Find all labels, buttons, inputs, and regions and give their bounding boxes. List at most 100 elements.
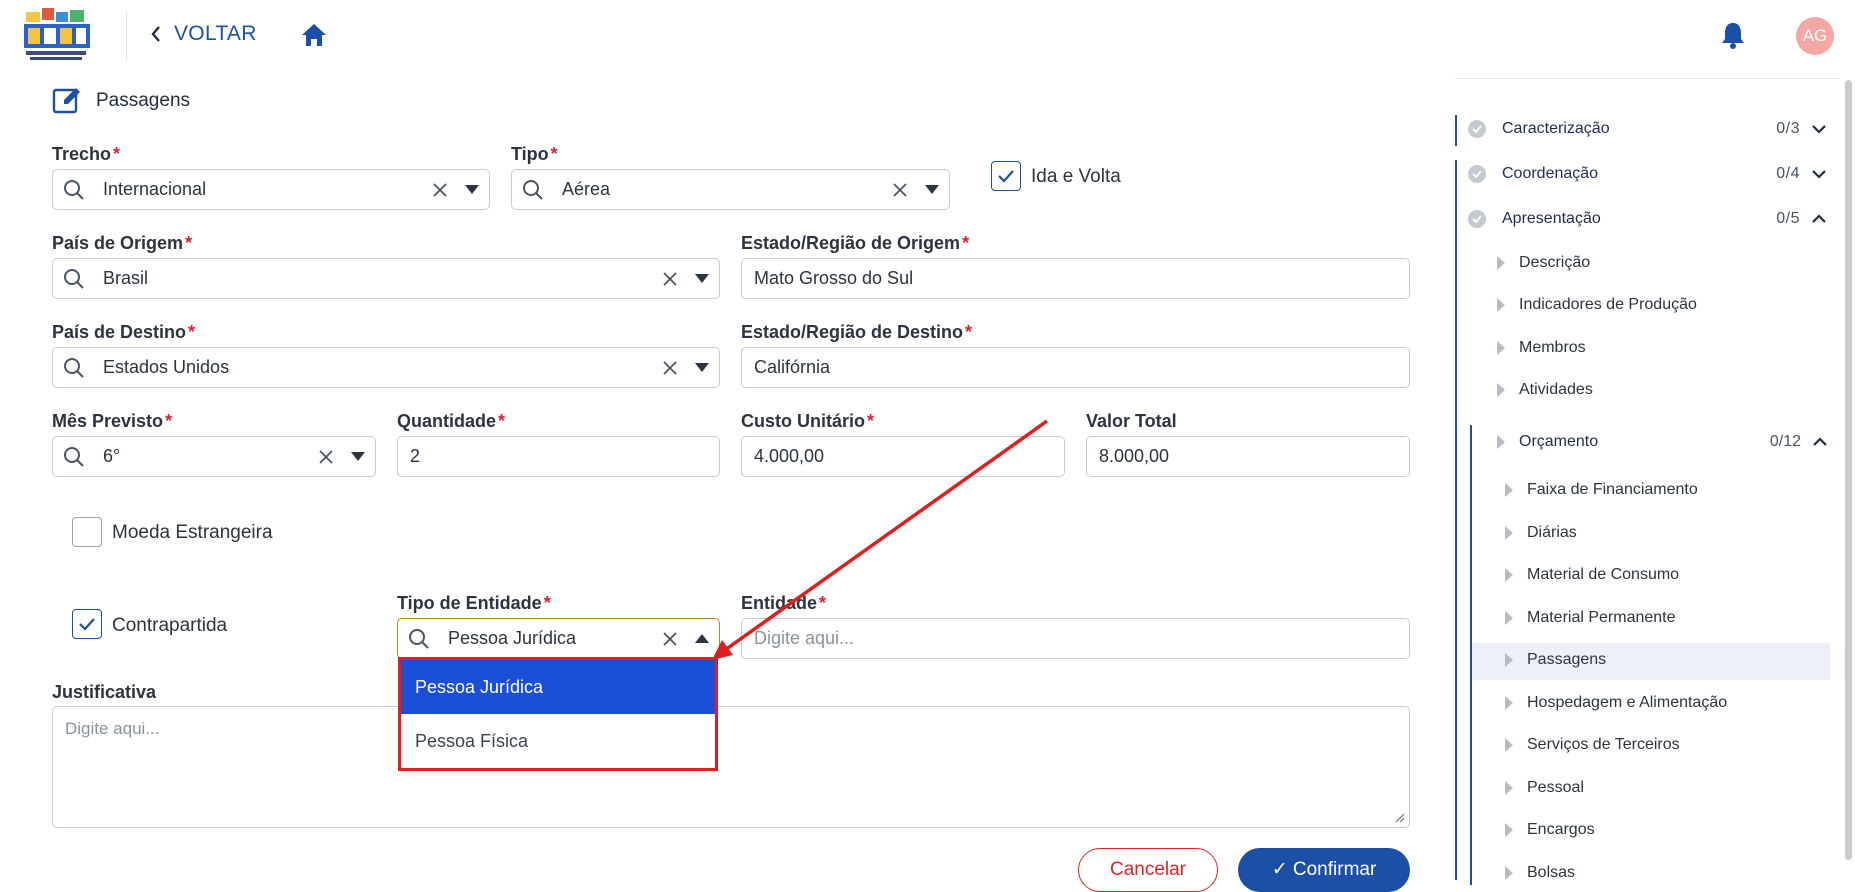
caret-right-icon	[1505, 696, 1513, 710]
sidebar-item-apresentacao[interactable]: Apresentação 0/5	[1456, 204, 1826, 234]
clear-icon[interactable]	[655, 631, 685, 647]
caret-right-icon	[1505, 866, 1513, 880]
sidebar-item-atividades[interactable]: Atividades	[1497, 375, 1593, 405]
ida-volta-label: Ida e Volta	[1031, 166, 1121, 187]
estado-destino-label: Estado/Região de Destino *	[741, 322, 973, 342]
caret-right-icon	[1505, 483, 1513, 497]
pais-destino-label: País de Destino *	[52, 322, 196, 342]
chevron-down-icon	[1812, 125, 1826, 134]
scrollbar-thumb[interactable]	[1845, 80, 1852, 860]
valor-total-value: 8.000,00	[1099, 446, 1170, 466]
search-icon	[64, 179, 84, 200]
caret-down-icon[interactable]	[915, 185, 949, 194]
trecho-value: Internacional	[103, 179, 207, 199]
pais-origem-select[interactable]: Brasil	[52, 258, 720, 299]
option-pessoa-juridica[interactable]: Pessoa Jurídica	[401, 660, 715, 714]
sidebar-item-material-permanente[interactable]: Material Permanente	[1505, 603, 1676, 633]
home-icon[interactable]	[300, 22, 328, 48]
trecho-label: Trecho *	[52, 144, 121, 164]
tipo-entidade-value: Pessoa Jurídica	[448, 628, 577, 648]
resize-handle-icon[interactable]	[1395, 813, 1405, 823]
check-icon	[79, 618, 95, 631]
entidade-label: Entidade *	[741, 593, 827, 613]
tipo-select[interactable]: Aérea	[511, 169, 950, 210]
clear-icon[interactable]	[885, 182, 915, 198]
caret-right-icon	[1497, 256, 1505, 270]
sidebar-item-bolsas[interactable]: Bolsas	[1505, 858, 1575, 888]
caret-down-icon[interactable]	[341, 452, 375, 461]
cancel-button[interactable]: Cancelar	[1078, 848, 1218, 892]
sidebar-item-count: 0/3	[1776, 120, 1800, 137]
sidebar-item-label: Coordenação	[1502, 165, 1599, 182]
valor-total-label: Valor Total	[1086, 411, 1177, 431]
search-icon	[409, 628, 429, 649]
clear-icon[interactable]	[311, 449, 341, 465]
tipo-entidade-dropdown: Pessoa Jurídica Pessoa Física	[398, 657, 718, 771]
section-header: Passagens	[52, 86, 190, 116]
mes-previsto-select[interactable]: 6°	[52, 436, 376, 477]
custo-unitario-input[interactable]: 4.000,00	[741, 436, 1065, 477]
chevron-up-icon	[1813, 437, 1827, 446]
estado-origem-label: Estado/Região de Origem *	[741, 233, 970, 253]
valor-total-input: 8.000,00	[1086, 436, 1410, 477]
chevron-left-icon	[151, 26, 160, 42]
tipo-entidade-select[interactable]: Pessoa Jurídica	[397, 618, 720, 659]
tipo-value: Aérea	[562, 179, 611, 199]
caret-down-icon[interactable]	[685, 363, 719, 372]
sidebar-item-encargos[interactable]: Encargos	[1505, 815, 1595, 845]
sidebar-item-coordenacao[interactable]: Coordenação 0/4	[1456, 159, 1826, 189]
caret-right-icon	[1505, 526, 1513, 540]
back-button[interactable]: VOLTAR	[150, 22, 257, 46]
entidade-input[interactable]: Digite aqui...	[741, 618, 1410, 659]
justificativa-textarea[interactable]: Digite aqui...	[52, 706, 1410, 828]
caret-down-icon[interactable]	[685, 274, 719, 283]
confirm-button[interactable]: ✓ Confirmar	[1238, 848, 1410, 892]
caret-right-icon	[1505, 611, 1513, 625]
caret-right-icon	[1497, 298, 1505, 312]
sidebar-item-faixa[interactable]: Faixa de Financiamento	[1505, 475, 1698, 505]
sidebar-item-pessoal[interactable]: Pessoal	[1505, 773, 1584, 803]
pais-origem-label: País de Origem *	[52, 233, 193, 253]
pais-destino-select[interactable]: Estados Unidos	[52, 347, 720, 388]
avatar[interactable]: AG	[1796, 17, 1834, 55]
caret-right-icon	[1505, 653, 1513, 667]
caret-right-icon	[1497, 341, 1505, 355]
quantidade-input[interactable]: 2	[397, 436, 720, 477]
caret-right-icon	[1505, 738, 1513, 752]
trecho-select[interactable]: Internacional	[52, 169, 490, 210]
search-icon	[64, 357, 84, 378]
moeda-estrangeira-checkbox[interactable]	[72, 517, 102, 547]
estado-origem-input[interactable]: Mato Grosso do Sul	[741, 258, 1410, 299]
clear-icon[interactable]	[655, 360, 685, 376]
top-bar: VOLTAR AG	[0, 0, 1855, 70]
caret-right-icon	[1497, 383, 1505, 397]
sidebar-item-descricao[interactable]: Descrição	[1497, 248, 1590, 278]
bell-icon[interactable]	[1720, 20, 1746, 50]
quantidade-value: 2	[410, 446, 421, 466]
sidebar-item-servicos[interactable]: Serviços de Terceiros	[1505, 730, 1680, 760]
estado-destino-input[interactable]: Califórnia	[741, 347, 1410, 388]
chevron-up-icon	[1812, 214, 1826, 223]
sidebar-item-indicadores[interactable]: Indicadores de Produção	[1497, 290, 1697, 320]
search-icon	[64, 268, 84, 289]
caret-up-icon[interactable]	[685, 634, 719, 643]
sidebar-item-membros[interactable]: Membros	[1497, 333, 1586, 363]
sidebar-item-label: Caracterização	[1502, 120, 1610, 137]
sidebar-item-count: 0/12	[1769, 433, 1801, 450]
contrapartida-checkbox[interactable]	[72, 609, 102, 639]
ida-volta-checkbox[interactable]	[991, 161, 1021, 191]
quantidade-label: Quantidade *	[397, 411, 506, 431]
clear-icon[interactable]	[655, 271, 685, 287]
sidebar-item-orcamento[interactable]: Orçamento 0/12	[1497, 427, 1827, 457]
status-icon	[1468, 165, 1486, 183]
sidebar-item-material-consumo[interactable]: Material de Consumo	[1505, 560, 1679, 590]
sidebar-item-hospedagem[interactable]: Hospedagem e Alimentação	[1505, 688, 1727, 718]
status-icon	[1468, 120, 1486, 138]
clear-icon[interactable]	[425, 182, 455, 198]
pais-origem-value: Brasil	[103, 268, 149, 288]
option-pessoa-fisica[interactable]: Pessoa Física	[401, 714, 715, 768]
sidebar-item-diarias[interactable]: Diárias	[1505, 518, 1577, 548]
sidebar-item-caracterizacao[interactable]: Caracterização 0/3	[1456, 114, 1826, 144]
sidebar-item-passagens[interactable]: Passagens	[1505, 645, 1606, 675]
caret-down-icon[interactable]	[455, 185, 489, 194]
